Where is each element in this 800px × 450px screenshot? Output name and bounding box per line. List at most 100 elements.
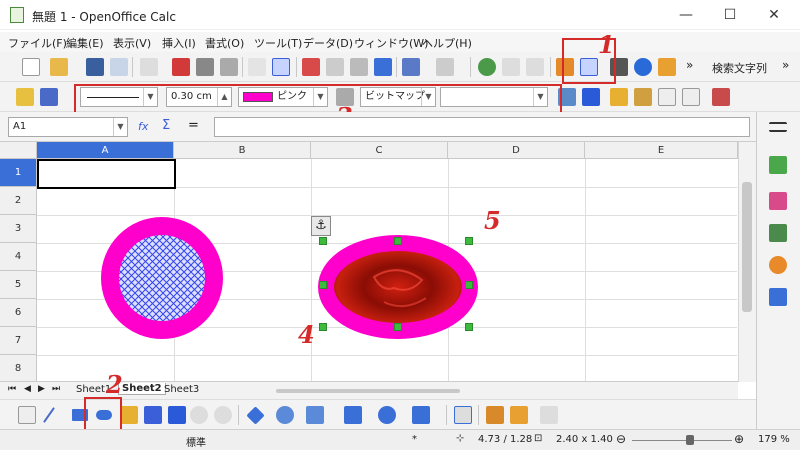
row-header-4[interactable]: 4 — [0, 243, 37, 271]
line-icon[interactable] — [16, 88, 34, 106]
functions-icon[interactable] — [769, 288, 787, 306]
extrusion-icon[interactable] — [540, 406, 558, 424]
column-header-e[interactable]: E — [585, 142, 738, 159]
fontwork-icon[interactable] — [486, 406, 504, 424]
auto-spellcheck-icon[interactable] — [272, 58, 290, 76]
selection-handle[interactable] — [465, 323, 473, 331]
points-icon[interactable] — [454, 406, 472, 424]
find-text-label[interactable]: 検索文字列 — [712, 60, 767, 76]
undo-icon[interactable] — [402, 58, 420, 76]
navigator-icon[interactable] — [769, 256, 787, 274]
menu-tools[interactable]: ツール(T) — [254, 35, 302, 51]
block-arrows-icon[interactable] — [306, 406, 324, 424]
selection-handle[interactable] — [319, 323, 327, 331]
anchor-icon[interactable]: ⚓ — [311, 216, 331, 236]
sum-icon[interactable]: Σ — [162, 118, 170, 133]
callout-icon[interactable] — [190, 406, 208, 424]
cut-icon[interactable] — [302, 58, 320, 76]
vertical-scrollbar[interactable] — [738, 142, 756, 382]
spellcheck-icon[interactable] — [248, 58, 266, 76]
row-header-8[interactable]: 8 — [0, 355, 37, 382]
row-header-3[interactable]: 3 — [0, 215, 37, 243]
freeform-tool-icon[interactable] — [120, 406, 138, 424]
copy-icon[interactable] — [326, 58, 344, 76]
last-sheet-icon[interactable]: ⏭ — [52, 384, 60, 394]
active-cell-a1[interactable] — [37, 159, 176, 189]
bring-to-front-icon[interactable] — [610, 88, 628, 106]
sort-ascending-icon[interactable] — [502, 58, 520, 76]
selection-handle[interactable] — [465, 237, 473, 245]
zoom-in-icon[interactable]: ⊕ — [734, 432, 744, 446]
basic-shapes-icon[interactable] — [246, 406, 265, 425]
close-button[interactable]: ✕ — [752, 3, 796, 27]
stars-icon[interactable] — [412, 406, 430, 424]
menu-insert[interactable]: 挿入(I) — [162, 35, 196, 51]
row-header-1[interactable]: 1 — [0, 159, 37, 187]
menu-help[interactable]: ヘルプ(H) — [422, 35, 472, 51]
select-all-corner[interactable] — [0, 142, 37, 159]
text-tool-icon[interactable] — [144, 406, 162, 424]
zoom-level[interactable]: 179 % — [758, 434, 790, 445]
menu-edit[interactable]: 編集(E) — [66, 35, 104, 51]
properties-icon[interactable] — [769, 156, 787, 174]
menu-view[interactable]: 表示(V) — [113, 35, 151, 51]
send-to-back-icon[interactable] — [634, 88, 652, 106]
function-wizard-icon[interactable]: fx — [138, 120, 148, 133]
sidebar-menu-icon[interactable] — [769, 122, 787, 132]
gallery-icon[interactable] — [769, 224, 787, 242]
zoom-slider-thumb[interactable] — [686, 435, 694, 445]
formula-input[interactable] — [214, 117, 750, 137]
first-sheet-icon[interactable]: ⏮ — [8, 384, 16, 394]
to-background-icon[interactable] — [682, 88, 700, 106]
gallery-compass-icon[interactable] — [634, 58, 652, 76]
menu-format[interactable]: 書式(O) — [205, 35, 244, 51]
page-style-label[interactable]: 標準 — [186, 434, 206, 449]
column-header-d[interactable]: D — [448, 142, 585, 159]
alignment-icon[interactable] — [712, 88, 730, 106]
row-header-7[interactable]: 7 — [0, 327, 37, 355]
email-icon[interactable] — [110, 58, 128, 76]
toolbar-overflow-icon[interactable]: » — [686, 58, 693, 72]
flowchart-icon[interactable] — [344, 406, 362, 424]
maximize-button[interactable]: ☐ — [708, 3, 752, 27]
prev-sheet-icon[interactable]: ◀ — [24, 384, 31, 394]
symbol-shapes-icon[interactable] — [276, 406, 294, 424]
data-sources-icon[interactable] — [658, 58, 676, 76]
selection-handle[interactable] — [319, 237, 327, 245]
minimize-button[interactable]: — — [664, 3, 708, 27]
scrollbar-thumb[interactable] — [742, 182, 752, 312]
export-pdf-icon[interactable] — [172, 58, 190, 76]
selection-handle[interactable] — [394, 323, 402, 331]
new-document-icon[interactable] — [22, 58, 40, 76]
circle-shape[interactable] — [100, 216, 224, 340]
row-header-2[interactable]: 2 — [0, 187, 37, 215]
print-preview-icon[interactable] — [220, 58, 238, 76]
selection-handle[interactable] — [319, 281, 327, 289]
sheet-tab-2-active[interactable]: Sheet2 — [118, 383, 166, 395]
open-folder-icon[interactable] — [50, 58, 68, 76]
redo-icon[interactable] — [436, 58, 454, 76]
row-header-5[interactable]: 5 — [0, 271, 37, 299]
zoom-slider[interactable] — [632, 440, 732, 441]
next-sheet-icon[interactable]: ▶ — [38, 384, 45, 394]
row-header-6[interactable]: 6 — [0, 299, 37, 327]
toolbar-overflow-icon[interactable]: » — [782, 58, 789, 72]
format-paintbrush-icon[interactable] — [374, 58, 392, 76]
column-header-a[interactable]: A — [37, 142, 174, 159]
selection-handle[interactable] — [465, 281, 473, 289]
callouts-icon[interactable] — [378, 406, 396, 424]
callout-2-icon[interactable] — [214, 406, 232, 424]
print-icon[interactable] — [196, 58, 214, 76]
to-foreground-icon[interactable] — [658, 88, 676, 106]
menu-file[interactable]: ファイル(F) — [8, 35, 67, 51]
dimension-line-icon[interactable] — [168, 406, 186, 424]
zoom-out-icon[interactable]: ⊖ — [616, 432, 626, 446]
hyperlink-icon[interactable] — [478, 58, 496, 76]
menu-data[interactable]: データ(D) — [303, 35, 353, 51]
arrow-style-icon[interactable] — [40, 88, 58, 106]
name-box[interactable]: A1 ▼ — [8, 117, 128, 137]
edit-file-icon[interactable] — [140, 58, 158, 76]
paste-icon[interactable] — [350, 58, 368, 76]
column-header-b[interactable]: B — [174, 142, 311, 159]
function-icon[interactable]: = — [188, 118, 199, 133]
